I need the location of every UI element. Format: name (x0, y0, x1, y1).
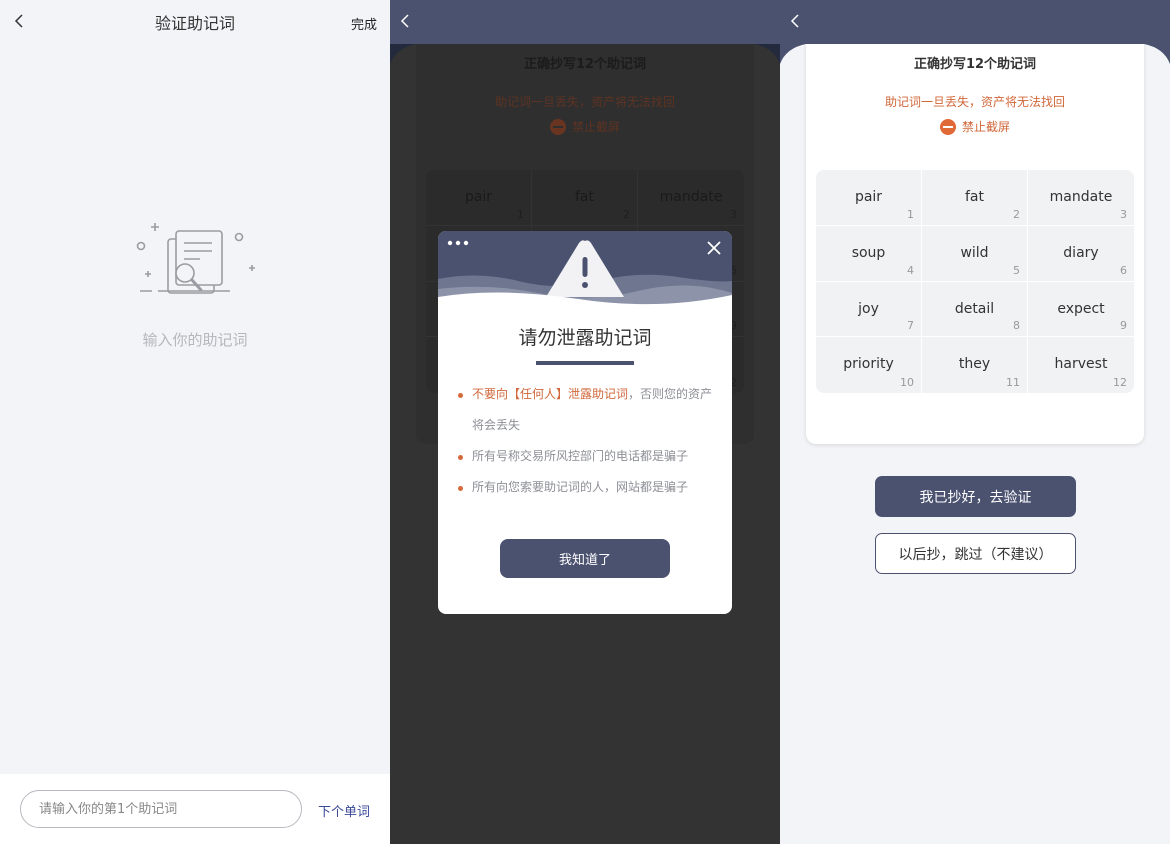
word-index: 1 (517, 207, 524, 221)
header (780, 0, 1170, 44)
skip-button[interactable]: 以后抄，跳过（不建议） (875, 533, 1076, 574)
warning-modal-screen: 正确抄写12个助记词 助记词一旦丢失，资产将无法找回 禁止截屏 pair 1 fa… (390, 0, 780, 844)
word-index: 3 (1120, 207, 1127, 221)
word: mandate (659, 189, 723, 205)
no-entry-icon (939, 118, 956, 135)
word-index: 4 (907, 263, 914, 277)
no-entry-icon (549, 118, 566, 135)
warning-list: 不要向【任何人】泄露助记词，否则您的资产将会丢失 所有号称交易所风控部门的电话都… (454, 379, 718, 503)
word-cell: diary 6 (1028, 226, 1134, 282)
word-cell: pair 1 (426, 170, 532, 226)
backup-mnemonic-screen: 正确抄写12个助记词 助记词一旦丢失，资产将无法找回 禁止截屏 pair 1 fa… (780, 0, 1170, 844)
mnemonic-grid: pair 1 fat 2 mandate 3 soup 4 wild 5 diary 6 j… (816, 170, 1134, 393)
page-title: 验证助记词 (154, 14, 235, 33)
title-underline (536, 361, 634, 365)
warning-item: 所有号称交易所风控部门的电话都是骗子 (454, 441, 718, 472)
word-cell: harvest 12 (1028, 337, 1134, 393)
acknowledge-button[interactable]: 我知道了 (500, 539, 670, 578)
word-cell: fat 2 (922, 170, 1028, 226)
word-index: 3 (730, 207, 737, 221)
header-curve-right (1144, 44, 1170, 64)
mnemonic-word-input[interactable] (20, 790, 302, 828)
word-cell: mandate 3 (638, 170, 744, 226)
word: expect (1057, 300, 1105, 317)
word-cell: fat 2 (532, 170, 638, 226)
word-cell: pair 1 (816, 170, 922, 226)
word-cell: expect 9 (1028, 282, 1134, 338)
word-index: 12 (1113, 376, 1127, 389)
close-icon[interactable] (706, 240, 722, 256)
word-index: 1 (907, 207, 914, 221)
warning-item: 不要向【任何人】泄露助记词，否则您的资产将会丢失 (454, 379, 718, 441)
word: pair (464, 189, 493, 205)
word-index: 2 (623, 207, 630, 221)
no-screenshot-label: 禁止截屏 (961, 120, 1010, 134)
word-cell: soup 4 (816, 225, 922, 282)
word-index: 7 (907, 319, 914, 333)
back-arrow-icon[interactable] (786, 11, 806, 31)
word: wild (960, 244, 989, 261)
word-index: 8 (1013, 319, 1020, 333)
word: fat (965, 189, 984, 205)
word: harvest (1054, 356, 1108, 373)
done-button[interactable]: 完成 (351, 14, 377, 33)
header: 验证助记词 完成 (0, 0, 390, 44)
word: priority (843, 356, 894, 373)
no-screenshot-note: 禁止截屏 (416, 118, 754, 135)
backup-card: 正确抄写12个助记词 助记词一旦丢失，资产将无法找回 禁止截屏 pair 1 fa… (806, 44, 1144, 444)
header-curve-left (390, 44, 416, 64)
word-cell: priority 10 (816, 337, 922, 393)
word-index: 9 (1120, 319, 1127, 333)
header (390, 0, 780, 44)
word: pair (854, 189, 883, 205)
word-cell: wild 5 (922, 225, 1028, 282)
word-index: 11 (1006, 376, 1020, 389)
word: diary (1063, 244, 1099, 261)
word: mandate (1049, 189, 1113, 205)
word-index: 10 (900, 376, 914, 389)
word-cell: mandate 3 (1028, 170, 1134, 226)
card-title: 正确抄写12个助记词 (523, 57, 647, 72)
next-word-button[interactable]: 下个单词 (318, 801, 370, 820)
word: fat (575, 189, 594, 205)
back-arrow-icon[interactable] (396, 11, 416, 31)
word-cell: joy 7 (816, 281, 922, 338)
word-cell: they 11 (922, 337, 1028, 393)
back-arrow-icon[interactable] (10, 11, 30, 31)
word: detail (954, 300, 995, 317)
word: they (958, 356, 991, 373)
go-verify-button[interactable]: 我已抄好，去验证 (875, 476, 1076, 517)
loss-warning: 助记词一旦丢失，资产将无法找回 (494, 95, 675, 109)
word-index: 2 (1013, 207, 1020, 221)
word-index: 5 (1013, 263, 1020, 277)
modal-header-warning-illustration (438, 231, 732, 306)
loss-warning: 助记词一旦丢失，资产将无法找回 (884, 95, 1065, 109)
modal-title: 请勿泄露助记词 (518, 327, 652, 349)
card-title: 正确抄写12个助记词 (913, 57, 1037, 72)
header-curve-right (754, 44, 780, 64)
word-index: 6 (1120, 263, 1127, 277)
input-bar: 下个单词 (0, 774, 390, 844)
warning-modal: 请勿泄露助记词 不要向【任何人】泄露助记词，否则您的资产将会丢失 所有号称交易所… (438, 231, 732, 614)
empty-document-search-icon (136, 223, 255, 294)
verify-mnemonic-screen: 验证助记词 完成 输入你的助记词 下个单词 (0, 0, 390, 844)
word-cell: detail 8 (922, 281, 1028, 338)
warning-highlight: 不要向【任何人】泄露助记词 (472, 387, 629, 401)
header-curve-left (780, 44, 806, 64)
no-screenshot-label: 禁止截屏 (571, 120, 620, 134)
empty-state-text: 输入你的助记词 (142, 331, 248, 349)
word: joy (858, 300, 879, 317)
no-screenshot-note: 禁止截屏 (806, 118, 1144, 135)
warning-item: 所有向您索要助记词的人，网站都是骗子 (454, 472, 718, 503)
word: soup (851, 244, 886, 261)
